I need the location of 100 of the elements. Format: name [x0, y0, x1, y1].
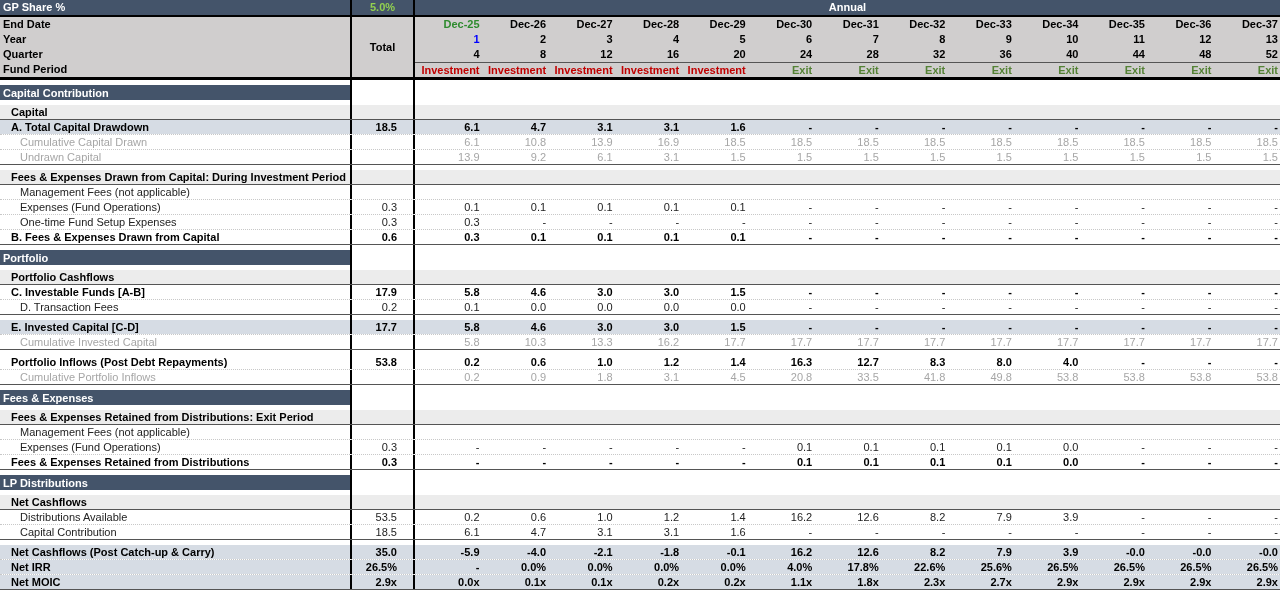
- column-header: Investment: [481, 62, 549, 77]
- table-cell: 0.3: [350, 455, 415, 469]
- table-cell: 7.9: [947, 545, 1014, 559]
- column-header: 8: [938, 32, 947, 47]
- table-cell: -: [947, 320, 1014, 334]
- column-header: Dec-30: [775, 17, 814, 32]
- table-cell: 0.2x: [681, 575, 748, 589]
- section-title: Fees & Expenses: [0, 390, 350, 405]
- table-cell: 18.5: [350, 525, 415, 539]
- column-header: 40: [1065, 47, 1080, 62]
- table-cell: 3.0: [614, 320, 682, 334]
- table-cell: -: [814, 120, 881, 134]
- row-label: Net MOIC: [0, 575, 350, 589]
- column-header: Exit: [947, 62, 1014, 77]
- column-header: Exit: [880, 62, 948, 77]
- table-cell: -: [1013, 120, 1081, 134]
- row-label: Fees & Expenses Drawn from Capital: During Investment Period: [0, 170, 350, 184]
- table-cell: 3.1: [614, 120, 682, 134]
- column-header: 11: [1132, 32, 1146, 47]
- table-cell: -4.0: [481, 545, 549, 559]
- row-label: Net Cashflows: [0, 495, 350, 509]
- table-cell: 0.2: [350, 300, 415, 314]
- column-header: Exit: [1080, 62, 1147, 77]
- column-header: Dec-37: [1240, 17, 1279, 32]
- row-label: Year: [2, 32, 28, 47]
- column-header: Dec-29: [708, 17, 747, 32]
- column-header: 52: [1264, 47, 1279, 62]
- column-header: Exit: [814, 62, 881, 77]
- table-cell: 0.0%: [481, 560, 549, 574]
- table-cell: 0.1x: [548, 575, 615, 589]
- table-cell: 2.9x: [1013, 575, 1081, 589]
- table-cell: 5.8: [415, 320, 482, 334]
- table-cell: 2.3x: [880, 575, 948, 589]
- column-header: Dec-35: [1107, 17, 1146, 32]
- table-cell: 3.1: [548, 120, 615, 134]
- column-header: 10: [1065, 32, 1080, 47]
- table-cell: 22.6%: [880, 560, 948, 574]
- table-cell: 12.6: [814, 545, 881, 559]
- column-header: 32: [932, 47, 947, 62]
- section-title: LP Distributions: [0, 475, 350, 490]
- column-header: 48: [1198, 47, 1213, 62]
- gp-share-label: GP Share %: [2, 0, 67, 15]
- table-cell: -: [747, 120, 815, 134]
- table-cell: [350, 135, 415, 149]
- column-header: 12: [599, 47, 614, 62]
- column-header: 28: [865, 47, 880, 62]
- table-cell: 1.1x: [747, 575, 815, 589]
- column-header: 44: [1131, 47, 1146, 62]
- table-cell: [350, 425, 415, 439]
- table-cell: 0.1x: [481, 575, 549, 589]
- table-cell: -1.8: [614, 545, 682, 559]
- table-cell: 3.0: [548, 320, 615, 334]
- column-header: Dec-32: [908, 17, 947, 32]
- table-cell: 25.6%: [947, 560, 1014, 574]
- table-cell: 0.0%: [614, 560, 682, 574]
- column-header: Dec-31: [841, 17, 880, 32]
- table-cell: -0.0: [1213, 545, 1280, 559]
- column-header: 9: [1004, 32, 1013, 47]
- table-cell: 18.5: [350, 120, 415, 134]
- row-label: Net IRR: [0, 560, 350, 574]
- table-cell: 1.6: [681, 120, 748, 134]
- table-cell: 0.3: [350, 200, 415, 214]
- row-label: Fund Period: [2, 62, 69, 77]
- column-header: 6: [805, 32, 814, 47]
- table-cell: -: [1213, 320, 1280, 334]
- table-cell: -: [1146, 120, 1214, 134]
- table-cell: 2.9x: [1146, 575, 1214, 589]
- table-cell: -0.1: [681, 545, 748, 559]
- table-cell: 0.0%: [681, 560, 748, 574]
- column-header: Dec-33: [974, 17, 1013, 32]
- column-header: Investment: [614, 62, 682, 77]
- table-cell: 0.3: [350, 440, 415, 454]
- column-header: Exit: [747, 62, 815, 77]
- table-cell: 6.1: [415, 120, 482, 134]
- table-cell: -5.9: [415, 545, 482, 559]
- table-cell: 4.0%: [747, 560, 815, 574]
- column-header: 4: [672, 32, 681, 47]
- table-cell: 26.5%: [350, 560, 415, 574]
- table-cell: -: [415, 560, 482, 574]
- column-header: Exit: [1146, 62, 1214, 77]
- table-cell: 17.8%: [814, 560, 881, 574]
- period-title: Annual: [828, 0, 867, 15]
- column-header: 12: [1198, 32, 1213, 47]
- total-header: Total: [369, 39, 396, 55]
- table-cell: 2.7x: [947, 575, 1014, 589]
- table-cell: 1.8x: [814, 575, 881, 589]
- table-cell: -0.0: [1146, 545, 1214, 559]
- table-cell: 26.5%: [1146, 560, 1214, 574]
- column-header: 16: [665, 47, 681, 62]
- table-cell: 0.6: [350, 230, 415, 244]
- column-header: 1: [472, 32, 481, 47]
- column-header: Dec-34: [1041, 17, 1080, 32]
- table-cell: 2.9x: [350, 575, 415, 589]
- table-cell: -: [1146, 320, 1214, 334]
- table-cell: -: [1080, 320, 1147, 334]
- column-header: Investment: [681, 62, 748, 77]
- table-cell: -: [1080, 120, 1147, 134]
- table-cell: -: [947, 120, 1014, 134]
- row-label: End Date: [2, 17, 52, 32]
- row-label: Fees & Expenses Retained from Distributions: Exit Period: [0, 410, 350, 424]
